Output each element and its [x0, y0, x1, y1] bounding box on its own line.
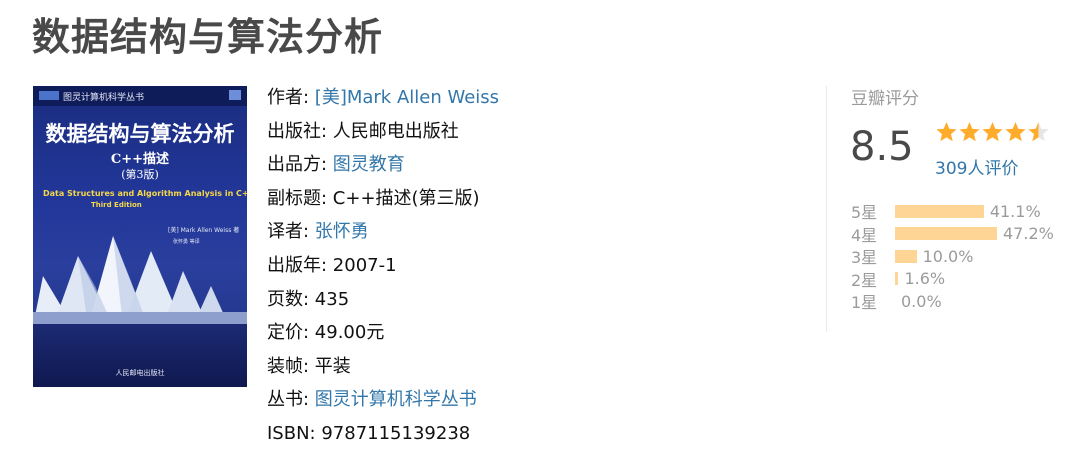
rating-distribution: 5星 41.1% 4星 47.2% 3星 10.0% 2星 1.6% 1星 0.0%	[851, 200, 1054, 313]
cover-subtitle: C++描述	[110, 152, 170, 167]
rating-label: 豆瓣评分	[851, 89, 919, 109]
star-icon	[936, 121, 957, 142]
cover-publisher: 人民邮电出版社	[115, 369, 165, 377]
publisher-logo-icon	[39, 91, 59, 100]
cover-title: 数据结构与算法分析	[45, 121, 235, 146]
info-row-binding: 装帧: 平装	[267, 353, 499, 387]
info-row-year: 出版年: 2007-1	[267, 252, 499, 286]
book-info-list: 作者: [美]Mark Allen Weiss 出版社: 人民邮电出版社 出品方…	[267, 84, 499, 454]
rating-score: 8.5	[850, 124, 914, 170]
info-row-producer: 出品方: 图灵教育	[267, 151, 499, 185]
subtitle-value: C++描述(第三版)	[332, 187, 480, 209]
isbn-value: 9787115139238	[321, 422, 471, 444]
publisher-label: 出版社:	[267, 120, 333, 142]
star-icon	[959, 121, 980, 142]
info-row-translator: 译者: 张怀勇	[267, 218, 499, 252]
info-row-isbn: ISBN: 9787115139238	[267, 420, 499, 454]
rating-row-label: 5星	[851, 203, 878, 223]
rating-row: 3星 10.0%	[851, 245, 1054, 268]
cover-edition: (第3版)	[121, 168, 159, 181]
binding-label: 装帧:	[267, 355, 315, 377]
star-icon	[1028, 121, 1049, 142]
cover-english-edition: Third Edition	[91, 201, 142, 209]
rating-percent: 1.6%	[904, 269, 946, 289]
rating-row: 1星 0.0%	[851, 290, 1054, 313]
year-value: 2007-1	[332, 254, 397, 276]
info-row-publisher: 出版社: 人民邮电出版社	[267, 118, 499, 152]
info-row-pages: 页数: 435	[267, 286, 499, 320]
rating-row-label: 2星	[851, 270, 878, 290]
subtitle-label: 副标题:	[267, 187, 333, 209]
rating-bar	[895, 227, 997, 241]
rating-bar	[895, 272, 899, 286]
info-row-author: 作者: [美]Mark Allen Weiss	[267, 84, 499, 118]
pages-value: 435	[314, 288, 350, 310]
rating-bar	[895, 249, 917, 263]
translator-link[interactable]: 张怀勇	[315, 221, 369, 242]
cover-series: 图灵计算机科学丛书	[63, 93, 145, 103]
isbn-label: ISBN:	[267, 422, 322, 444]
producer-label: 出品方:	[267, 154, 333, 176]
rating-row-label: 4星	[851, 225, 878, 245]
rating-row: 5星 41.1%	[851, 200, 1054, 223]
publisher-value: 人民邮电出版社	[332, 120, 459, 142]
rating-percent: 0.0%	[901, 291, 942, 311]
series-link[interactable]: 图灵计算机科学丛书	[315, 389, 477, 410]
price-label: 定价:	[267, 322, 315, 344]
series-label: 丛书:	[267, 389, 315, 411]
info-row-series: 丛书: 图灵计算机科学丛书	[267, 386, 499, 420]
info-row-price: 定价: 49.00元	[267, 319, 499, 353]
star-icon	[1005, 121, 1026, 142]
translator-label: 译者:	[267, 221, 315, 243]
pages-label: 页数:	[267, 288, 315, 310]
vertical-divider	[826, 86, 827, 332]
rating-stars	[935, 120, 1050, 144]
author-link[interactable]: [美]Mark Allen Weiss	[315, 87, 499, 108]
rating-count-link[interactable]: 309人评价	[935, 154, 1018, 179]
cover-english-title: Data Structures and Algorithm Analysis i…	[43, 189, 247, 198]
cover-corner-logo-icon	[229, 90, 241, 100]
rating-row: 2星 1.6%	[851, 268, 1054, 291]
info-row-subtitle: 副标题: C++描述(第三版)	[267, 185, 499, 219]
star-icon	[982, 121, 1003, 142]
rating-percent: 41.1%	[989, 201, 1041, 221]
producer-link[interactable]: 图灵教育	[333, 154, 405, 175]
rating-row-label: 1星	[851, 293, 878, 313]
rating-percent: 10.0%	[922, 246, 974, 266]
price-value: 49.00元	[314, 322, 385, 344]
binding-value: 平装	[314, 355, 351, 377]
rating-percent: 47.2%	[1003, 224, 1054, 244]
rating-row: 4星 47.2%	[851, 223, 1054, 246]
book-title: 数据结构与算法分析	[32, 15, 384, 59]
rating-bar	[895, 204, 984, 218]
rating-row-label: 3星	[851, 248, 878, 268]
opera-house-illustration	[33, 236, 247, 326]
year-label: 出版年:	[267, 254, 333, 276]
author-label: 作者:	[267, 87, 315, 108]
book-cover-image[interactable]: 图灵计算机科学丛书 数据结构与算法分析 C++描述 (第3版) Data Str…	[33, 86, 247, 387]
